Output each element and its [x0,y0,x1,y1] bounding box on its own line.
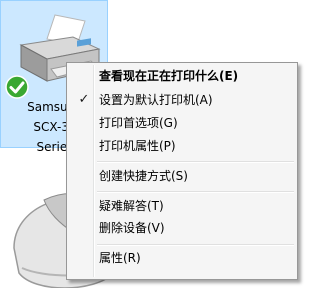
check-icon: ✓ [78,92,90,107]
menu-separator [97,161,294,163]
menu-item-troubleshoot[interactable]: 疑难解答(T) [69,195,295,217]
menu-item-create-shortcut[interactable]: 创建快捷方式(S) [69,165,295,187]
menu-item-label: 设置为默认打印机(A) [99,93,213,107]
menu-item-label: 打印首选项(G) [99,116,178,130]
menu-item-printing-preferences[interactable]: 打印首选项(G) [69,112,295,134]
menu-item-label: 打印机属性(P) [99,139,176,153]
menu-separator [97,244,294,246]
menu-item-label: 创建快捷方式(S) [99,169,188,183]
context-menu: 查看现在正在打印什么(E) ✓ 设置为默认打印机(A) 打印首选项(G) 打印机… [66,62,298,280]
menu-item-label: 疑难解答(T) [99,199,164,213]
menu-item-label: 查看现在正在打印什么(E) [99,69,239,83]
menu-item-label: 删除设备(V) [99,221,165,235]
checkmark-badge-icon [5,75,29,99]
menu-item-properties[interactable]: 属性(R) [69,247,295,269]
menu-item-see-whats-printing[interactable]: 查看现在正在打印什么(E) [69,65,295,87]
menu-item-printer-properties[interactable]: 打印机属性(P) [69,135,295,157]
menu-item-label: 属性(R) [99,251,141,265]
menu-separator [97,191,294,193]
menu-item-remove-device[interactable]: 删除设备(V) [69,217,295,239]
menu-item-set-as-default[interactable]: ✓ 设置为默认打印机(A) [69,89,295,111]
